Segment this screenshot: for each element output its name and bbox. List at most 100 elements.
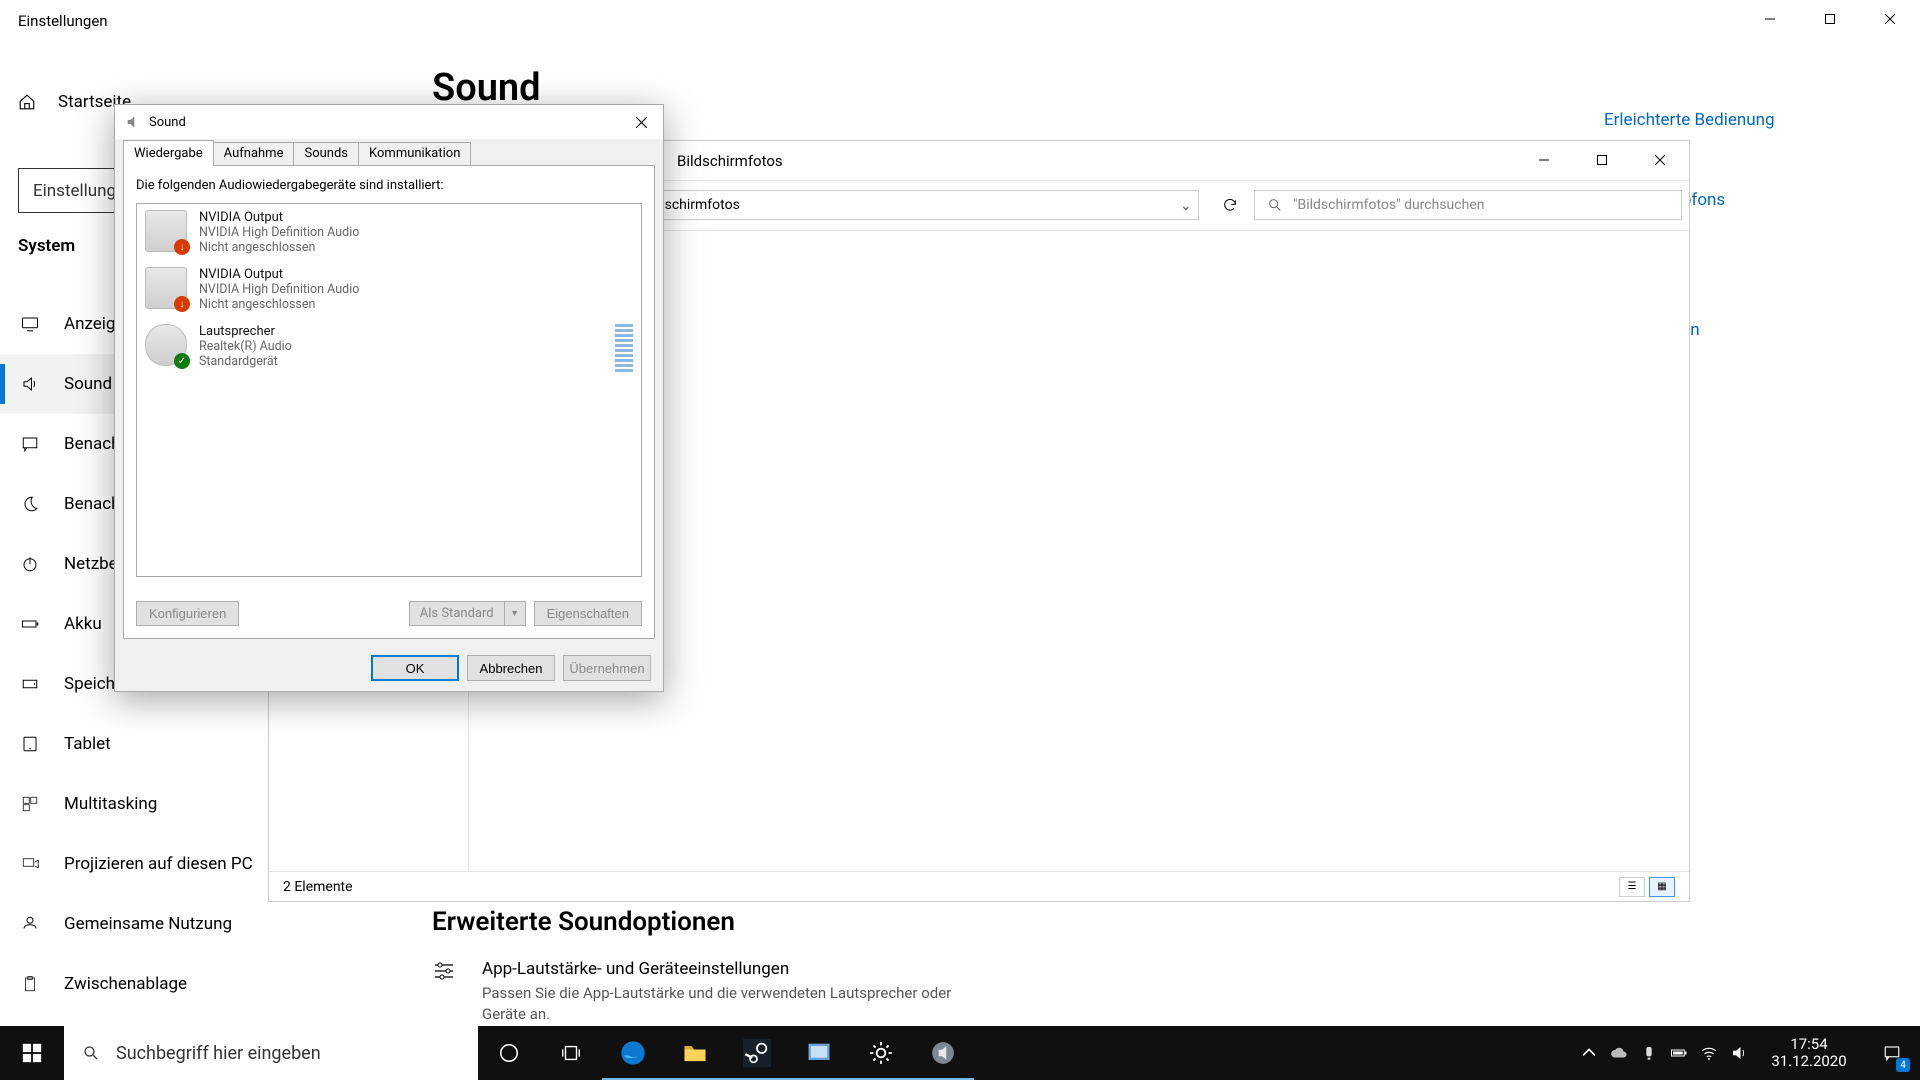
sound-icon xyxy=(930,1040,956,1066)
apply-button[interactable]: Übernehmen xyxy=(563,655,651,681)
chevron-down-icon[interactable]: ⌄ xyxy=(1180,198,1194,214)
right-link-1[interactable]: Erleichterte Bedienung xyxy=(1604,110,1904,130)
tab-recording[interactable]: Aufnahme xyxy=(213,142,295,166)
refresh-button[interactable] xyxy=(1214,190,1246,220)
tab-communication[interactable]: Kommunikation xyxy=(358,142,471,166)
advanced-sub: App-Lautstärke- und Geräteeinstellungen xyxy=(482,959,952,979)
device-row[interactable]: ↓ NVIDIA Output NVIDIA High Definition A… xyxy=(137,261,641,318)
taskview-button[interactable] xyxy=(540,1026,602,1080)
home-icon xyxy=(18,93,36,111)
ok-button[interactable]: OK xyxy=(371,655,459,681)
explorer-statusbar: 2 Elemente ☰ ▦ xyxy=(269,871,1689,901)
battery-icon xyxy=(18,612,42,636)
cancel-button[interactable]: Abbrechen xyxy=(467,655,555,681)
nav-shared[interactable]: Gemeinsame Nutzung xyxy=(0,894,405,954)
advanced-heading: Erweiterte Soundoptionen xyxy=(432,907,952,937)
default-badge-icon: ✓ xyxy=(174,353,190,369)
window-buttons xyxy=(1740,0,1920,38)
app-icon xyxy=(805,1039,833,1067)
windows-icon xyxy=(21,1042,43,1064)
nav-label: Multitasking xyxy=(64,794,157,814)
battery-icon xyxy=(1670,1044,1688,1062)
sound-cpl-taskbar[interactable] xyxy=(912,1028,974,1080)
tray-volume[interactable] xyxy=(1724,1026,1754,1080)
sound-dialog: Sound Wiedergabe Aufnahme Sounds Kommuni… xyxy=(114,104,664,692)
tray-onedrive[interactable] xyxy=(1604,1026,1634,1080)
advanced-desc: Passen Sie die App-Lautstärke und die ve… xyxy=(482,983,952,1025)
settings-content: Sound xyxy=(432,40,541,110)
tab-playback[interactable]: Wiedergabe xyxy=(123,140,214,166)
properties-button[interactable]: Eigenschaften xyxy=(534,601,642,626)
cortana-button[interactable] xyxy=(478,1026,540,1080)
sound-dialog-titlebar[interactable]: Sound xyxy=(115,105,663,139)
taskbar-clock[interactable]: 17:54 31.12.2020 xyxy=(1754,1036,1864,1071)
maximize-button[interactable] xyxy=(1800,0,1860,38)
device-row[interactable]: ✓ Lautsprecher Realtek(R) Audio Standard… xyxy=(137,318,641,378)
minimize-button[interactable] xyxy=(1740,0,1800,38)
explorer-search[interactable]: "Bildschirmfotos" durchsuchen xyxy=(1254,190,1682,220)
tray-battery[interactable] xyxy=(1664,1026,1694,1080)
app-volume-row[interactable]: App-Lautstärke- und Geräteeinstellungen … xyxy=(432,959,952,1025)
tray-overflow[interactable] xyxy=(1574,1026,1604,1080)
close-button[interactable] xyxy=(1860,0,1920,38)
explorer-title: Bildschirmfotos xyxy=(677,152,783,170)
explorer-taskbar[interactable] xyxy=(664,1028,726,1080)
start-button[interactable] xyxy=(0,1026,64,1080)
monitor-device-icon: ↓ xyxy=(145,267,187,309)
tray-app[interactable] xyxy=(1634,1026,1664,1080)
device-row[interactable]: ↓ NVIDIA Output NVIDIA High Definition A… xyxy=(137,204,641,261)
edge-taskbar[interactable] xyxy=(602,1028,664,1080)
moon-icon xyxy=(18,492,42,516)
default-split-button[interactable]: Als Standard ▼ xyxy=(409,601,526,626)
chevron-down-icon[interactable]: ▼ xyxy=(504,602,525,625)
panel-buttons: Konfigurieren Als Standard ▼ Eigenschaft… xyxy=(136,601,642,626)
details-view-button[interactable]: ☰ xyxy=(1619,877,1645,897)
device-sub: Realtek(R) Audio xyxy=(199,339,292,354)
nav-label: Zwischenablage xyxy=(64,974,187,994)
search-icon xyxy=(1267,197,1283,213)
settings-titlebar: Einstellungen xyxy=(0,0,1920,40)
nav-label: Projizieren auf diesen PC xyxy=(64,854,253,874)
device-list[interactable]: ↓ NVIDIA Output NVIDIA High Definition A… xyxy=(136,203,642,577)
monitor-device-icon: ↓ xyxy=(145,210,187,252)
power-icon xyxy=(18,552,42,576)
sound-tabs: Wiedergabe Aufnahme Sounds Kommunikation xyxy=(115,139,663,165)
status-text: 2 Elemente xyxy=(283,879,353,895)
configure-button[interactable]: Konfigurieren xyxy=(136,601,239,626)
tray-app-icon xyxy=(1641,1045,1657,1061)
cloud-icon xyxy=(1610,1044,1628,1062)
nav-label: Gemeinsame Nutzung xyxy=(64,914,232,934)
steam-taskbar[interactable] xyxy=(726,1028,788,1080)
exp-close[interactable] xyxy=(1631,141,1689,179)
project-icon xyxy=(18,852,42,876)
system-tray: 17:54 31.12.2020 4 xyxy=(1574,1026,1920,1080)
exp-maximize[interactable] xyxy=(1573,141,1631,179)
tablet-icon xyxy=(18,732,42,756)
nav-label: Sound xyxy=(64,374,112,394)
taskbar-search[interactable]: Suchbegriff hier eingeben xyxy=(64,1026,478,1080)
clipboard-icon xyxy=(18,972,42,996)
tab-sounds[interactable]: Sounds xyxy=(293,142,359,166)
cortana-icon xyxy=(498,1042,520,1064)
explorer-window-buttons xyxy=(1515,141,1689,179)
exp-minimize[interactable] xyxy=(1515,141,1573,179)
folder-icon xyxy=(681,1039,709,1067)
nav-clipboard[interactable]: Zwischenablage xyxy=(0,954,405,1014)
sound-close-button[interactable] xyxy=(619,105,663,139)
edge-icon xyxy=(619,1039,647,1067)
steam-icon xyxy=(743,1039,771,1067)
settings-taskbar[interactable] xyxy=(850,1028,912,1080)
share-icon xyxy=(18,912,42,936)
default-label: Als Standard xyxy=(410,602,504,625)
large-icons-view-button[interactable]: ▦ xyxy=(1649,877,1675,897)
tray-wifi[interactable] xyxy=(1694,1026,1724,1080)
taskbar-search-placeholder: Suchbegriff hier eingeben xyxy=(116,1043,321,1064)
speaker-icon xyxy=(18,372,42,396)
chat-icon xyxy=(18,432,42,456)
action-center[interactable]: 4 xyxy=(1864,1026,1920,1080)
taskview-icon xyxy=(560,1042,582,1064)
chevron-up-icon xyxy=(1583,1047,1595,1059)
app-taskbar-1[interactable] xyxy=(788,1028,850,1080)
device-name: NVIDIA Output xyxy=(199,210,359,225)
volume-meter-icon xyxy=(615,324,633,372)
